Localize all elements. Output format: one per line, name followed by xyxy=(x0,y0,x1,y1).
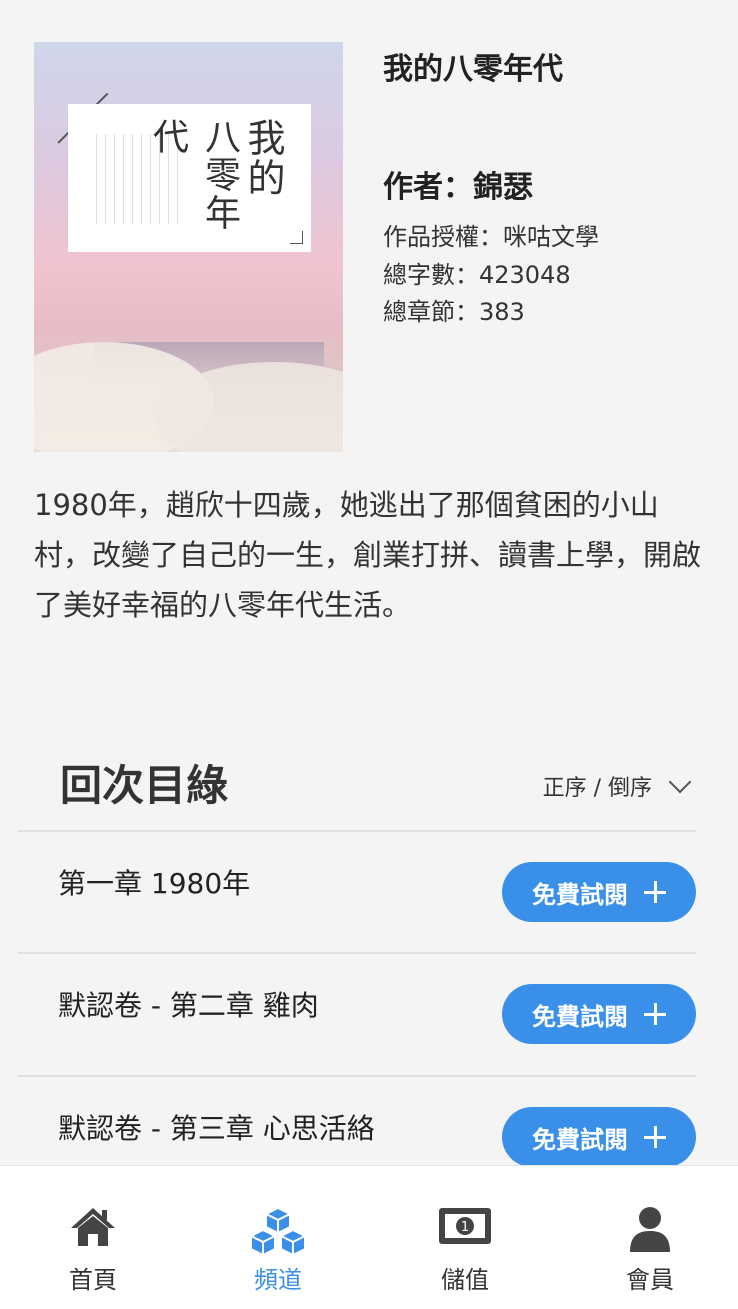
chevron-down-icon xyxy=(668,770,692,794)
chapter-title[interactable]: 默認卷 - 第二章 雞肉 xyxy=(58,984,319,1024)
free-trial-label: 免費試閱 xyxy=(532,880,628,909)
tab-topup-label: 儲值 xyxy=(441,1266,489,1294)
plus-icon xyxy=(644,1126,666,1148)
home-icon xyxy=(69,1206,117,1252)
toc-heading: 回次目綠 xyxy=(60,761,229,810)
free-trial-button[interactable]: 免費試閱 xyxy=(502,862,696,922)
cubes-icon xyxy=(247,1206,309,1262)
sort-toggle[interactable]: 正序 / 倒序 xyxy=(542,770,692,802)
money-icon: 1 xyxy=(437,1206,493,1250)
tab-channel[interactable]: 頻道 xyxy=(208,1166,348,1309)
cover-corner-mark xyxy=(290,231,303,244)
tab-member-label: 會員 xyxy=(626,1266,674,1294)
free-trial-label: 免費試閱 xyxy=(532,1125,628,1154)
plus-icon xyxy=(644,1003,666,1025)
chapter-row[interactable]: 默認卷 - 第二章 雞肉 免費試閱 xyxy=(18,952,696,1074)
cover-title-line2: 八零年代 xyxy=(147,118,240,232)
cover-title-card: 我的 八零年代 xyxy=(68,104,311,252)
tab-home[interactable]: 首頁 xyxy=(23,1166,163,1309)
sort-label: 正序 / 倒序 xyxy=(542,776,652,801)
book-cover: 我的 八零年代 xyxy=(34,42,343,452)
user-icon xyxy=(628,1206,672,1256)
bottom-tab-bar: 首頁 頻道 1 儲值 會員 xyxy=(0,1165,738,1309)
tab-topup[interactable]: 1 儲值 xyxy=(395,1166,535,1309)
free-trial-button[interactable]: 免費試閱 xyxy=(502,984,696,1044)
svg-text:1: 1 xyxy=(461,1220,469,1235)
book-chapter-count: 總章節：383 xyxy=(383,298,525,326)
book-title: 我的八零年代 xyxy=(383,52,563,87)
book-license: 作品授權：咪咕文學 xyxy=(383,223,599,251)
tab-member[interactable]: 會員 xyxy=(580,1166,720,1309)
tab-channel-label: 頻道 xyxy=(254,1266,302,1294)
book-author: 作者：錦瑟 xyxy=(383,170,533,205)
tab-home-label: 首頁 xyxy=(69,1266,117,1294)
chapter-title[interactable]: 第一章 1980年 xyxy=(58,862,250,902)
plus-icon xyxy=(644,881,666,903)
book-description: 1980年，趙欣十四歲，她逃出了那個貧困的小山村，改變了自己的一生，創業打拼、讀… xyxy=(34,488,702,622)
book-word-count: 總字數：423048 xyxy=(383,261,571,289)
chapter-title[interactable]: 默認卷 - 第三章 心思活絡 xyxy=(58,1107,375,1147)
chapter-row[interactable]: 第一章 1980年 免費試閱 xyxy=(18,830,696,952)
free-trial-label: 免費試閱 xyxy=(532,1002,628,1031)
free-trial-button[interactable]: 免費試閱 xyxy=(502,1107,696,1167)
